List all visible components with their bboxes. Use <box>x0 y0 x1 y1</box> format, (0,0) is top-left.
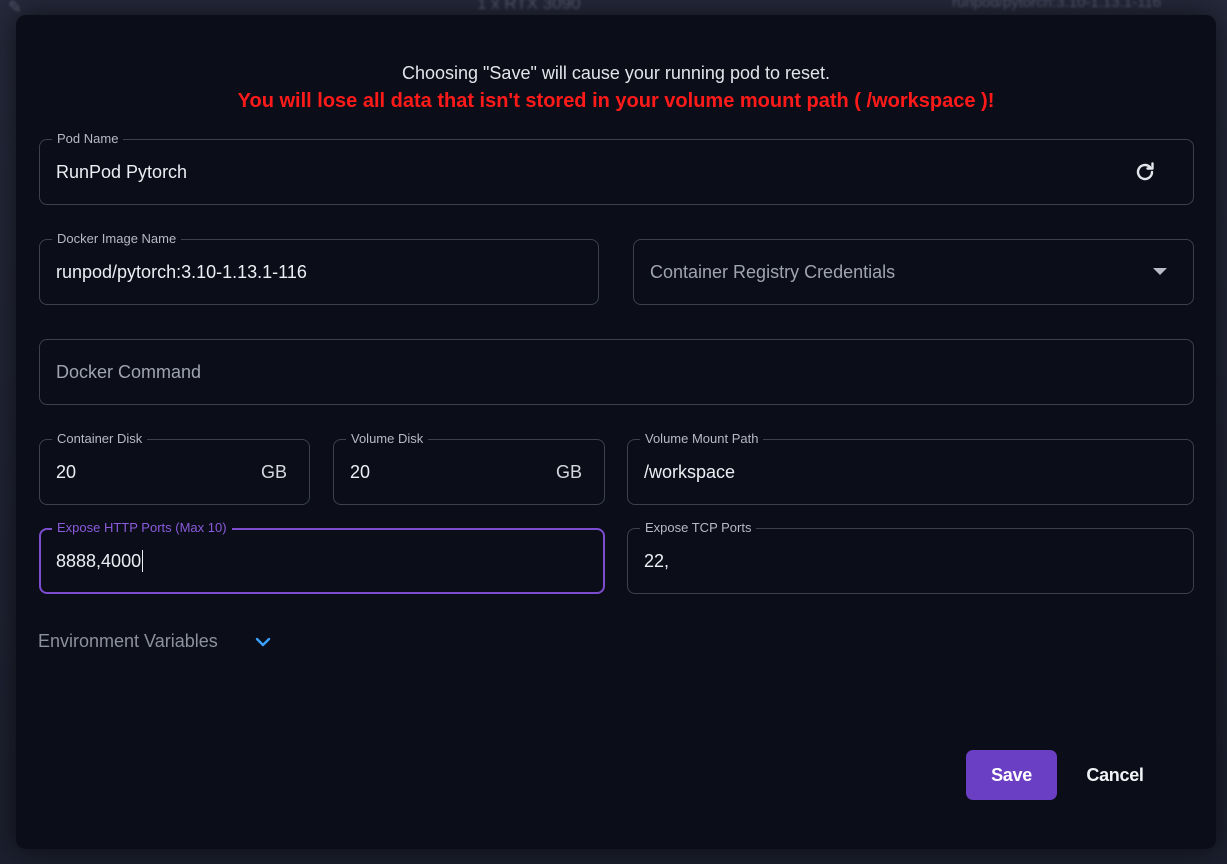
docker-command-field[interactable]: Docker Command <box>39 339 1194 405</box>
volume-disk-unit: GB <box>555 461 582 482</box>
save-button[interactable]: Save <box>966 750 1057 800</box>
reset-notice: Choosing "Save" will cause your running … <box>401 63 831 83</box>
chevron-down-icon[interactable] <box>254 633 272 651</box>
environment-variables-toggle[interactable]: Environment Variables <box>38 631 272 652</box>
http-ports-input[interactable]: 8888,4000 <box>56 530 144 592</box>
text-cursor <box>142 550 144 572</box>
registry-credentials-placeholder: Container Registry Credentials <box>650 261 896 282</box>
http-ports-field[interactable]: Expose HTTP Ports (Max 10) 8888,4000 <box>39 518 605 594</box>
volume-disk-field[interactable]: Volume Disk 20 GB <box>333 429 605 505</box>
volume-mount-path-input[interactable]: /workspace <box>644 440 735 504</box>
volume-disk-input[interactable]: 20 <box>350 440 370 504</box>
edit-pod-modal: Choosing "Save" will cause your running … <box>16 15 1216 849</box>
tcp-ports-input[interactable]: 22, <box>644 529 669 593</box>
caret-down-icon[interactable] <box>1153 268 1167 275</box>
docker-command-placeholder: Docker Command <box>56 361 202 382</box>
background-image-name: runpod/pytorch:3.10-1.13.1-116 <box>952 0 1162 11</box>
docker-image-input[interactable]: runpod/pytorch:3.10-1.13.1-116 <box>56 240 307 304</box>
background-gpu-title: 1 x RTX 3090 <box>477 0 581 13</box>
data-loss-warning: You will lose all data that isn't stored… <box>237 90 995 112</box>
pod-name-input[interactable]: RunPod Pytorch <box>56 140 187 204</box>
volume-mount-path-field[interactable]: Volume Mount Path /workspace <box>627 429 1194 505</box>
http-ports-value: 8888,4000 <box>56 550 142 571</box>
environment-variables-label: Environment Variables <box>38 631 218 651</box>
cancel-button[interactable]: Cancel <box>1076 750 1154 800</box>
container-disk-unit: GB <box>260 461 287 482</box>
refresh-icon[interactable] <box>1133 160 1157 184</box>
registry-credentials-select[interactable]: Container Registry Credentials <box>633 239 1194 305</box>
container-disk-input[interactable]: 20 <box>56 440 76 504</box>
pod-name-field[interactable]: Pod Name RunPod Pytorch <box>39 129 1194 205</box>
docker-image-field[interactable]: Docker Image Name runpod/pytorch:3.10-1.… <box>39 229 599 305</box>
container-disk-field[interactable]: Container Disk 20 GB <box>39 429 310 505</box>
tcp-ports-field[interactable]: Expose TCP Ports 22, <box>627 518 1194 594</box>
